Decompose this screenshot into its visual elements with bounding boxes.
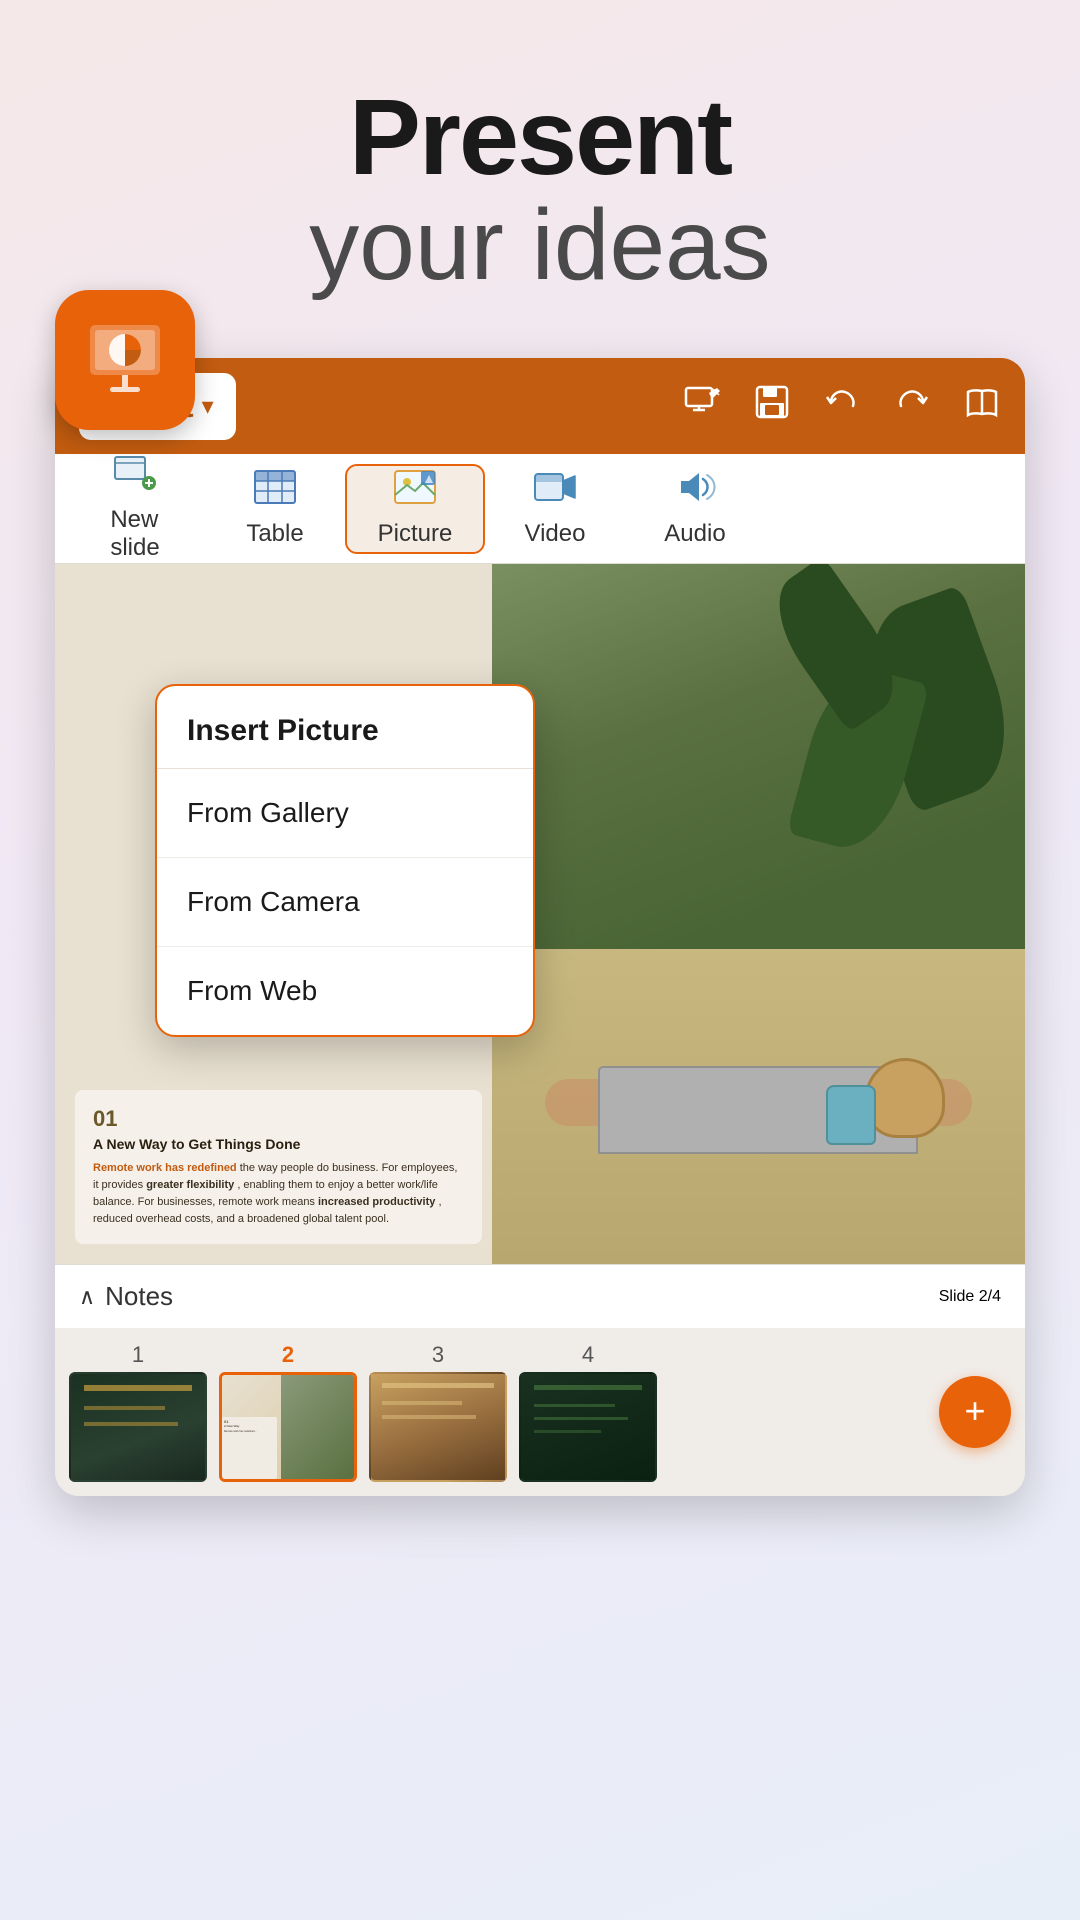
photo-background [492, 564, 1026, 1264]
thumb-2-number: 2 [282, 1342, 294, 1368]
slide-thumbnail-4[interactable] [519, 1372, 657, 1482]
slide-area: 01 A New Way to Get Things Done Remote w… [55, 564, 1025, 1264]
app-window: Insert ▾ [55, 358, 1025, 1496]
thumb-2-wrapper[interactable]: 2 01 A New Way Remote work has redefined… [219, 1342, 357, 1482]
toolbar-icons [683, 383, 1001, 430]
add-slide-button[interactable]: + [939, 1376, 1011, 1448]
hero-title: Present [0, 80, 1080, 193]
thumb-1-wrapper[interactable]: 1 [69, 1342, 207, 1482]
table-icon [253, 469, 297, 514]
audio-label: Audio [664, 520, 725, 548]
video-icon [533, 469, 577, 514]
audio-item[interactable]: Audio [625, 464, 765, 554]
slide-body-text: Remote work has redefined the way people… [93, 1160, 464, 1228]
from-camera-item[interactable]: From Camera [157, 858, 533, 947]
plant-pot [865, 1058, 945, 1138]
notes-label[interactable]: ∧ Notes [79, 1281, 173, 1312]
new-slide-label: Newslide [110, 506, 159, 562]
thumb-3-wrapper[interactable]: 3 [369, 1342, 507, 1482]
notes-bar: ∧ Notes Slide 2/4 [55, 1264, 1025, 1328]
redo-icon[interactable] [893, 383, 931, 430]
slide-text-content: 01 A New Way to Get Things Done Remote w… [75, 1090, 482, 1244]
thumb-4-wrapper[interactable]: 4 [519, 1342, 657, 1482]
thumb-1-number: 1 [132, 1342, 144, 1368]
notes-text: Notes [105, 1281, 173, 1312]
picture-icon [393, 469, 437, 514]
body-bold-1: greater flexibility [146, 1179, 234, 1191]
insert-toolbar: Newslide Table [55, 454, 1025, 564]
slide-number: 01 [93, 1106, 464, 1132]
audio-icon [673, 469, 717, 514]
app-icon-graphic [80, 315, 170, 405]
table-item[interactable]: Table [205, 464, 345, 554]
video-label: Video [525, 520, 586, 548]
slide-indicator: Slide 2/4 [939, 1288, 1001, 1306]
table-label: Table [246, 520, 303, 548]
slide-photo [492, 564, 1026, 1264]
save-icon[interactable] [753, 383, 791, 430]
picture-item[interactable]: Picture [345, 464, 485, 554]
from-gallery-item[interactable]: From Gallery [157, 769, 533, 858]
from-web-item[interactable]: From Web [157, 947, 533, 1035]
add-slide-icon: + [964, 1393, 985, 1429]
slide-heading: A New Way to Get Things Done [93, 1136, 464, 1152]
thumb-3-number: 3 [432, 1342, 444, 1368]
new-slide-item[interactable]: Newslide [65, 464, 205, 554]
thumbnails-bar: 1 2 01 A New Way Remote work has re [55, 1328, 1025, 1496]
desk-surface [492, 949, 1026, 1264]
video-item[interactable]: Video [485, 464, 625, 554]
app-icon[interactable] [55, 290, 195, 430]
insert-arrow-icon: ▾ [202, 392, 214, 421]
main-toolbar: Insert ▾ [55, 358, 1025, 454]
monitor-edit-icon[interactable] [683, 383, 721, 430]
thumb-4-number: 4 [582, 1342, 594, 1368]
hero-subtitle: your ideas [0, 193, 1080, 298]
slide-thumbnail-3[interactable] [369, 1372, 507, 1482]
new-slide-icon [113, 455, 157, 500]
popup-title: Insert Picture [157, 686, 533, 769]
body-highlight-1: Remote work has redefined [93, 1162, 237, 1174]
slide-thumbnail-1[interactable] [69, 1372, 207, 1482]
undo-icon[interactable] [823, 383, 861, 430]
body-bold-2: increased productivity [318, 1196, 435, 1208]
insert-picture-popup: Insert Picture From Gallery From Camera … [155, 684, 535, 1037]
book-icon[interactable] [963, 383, 1001, 430]
mug [826, 1085, 876, 1145]
notes-chevron-icon: ∧ [79, 1284, 95, 1310]
slide-thumbnail-2[interactable]: 01 A New Way Remote work has redefined..… [219, 1372, 357, 1482]
picture-label: Picture [378, 520, 453, 548]
